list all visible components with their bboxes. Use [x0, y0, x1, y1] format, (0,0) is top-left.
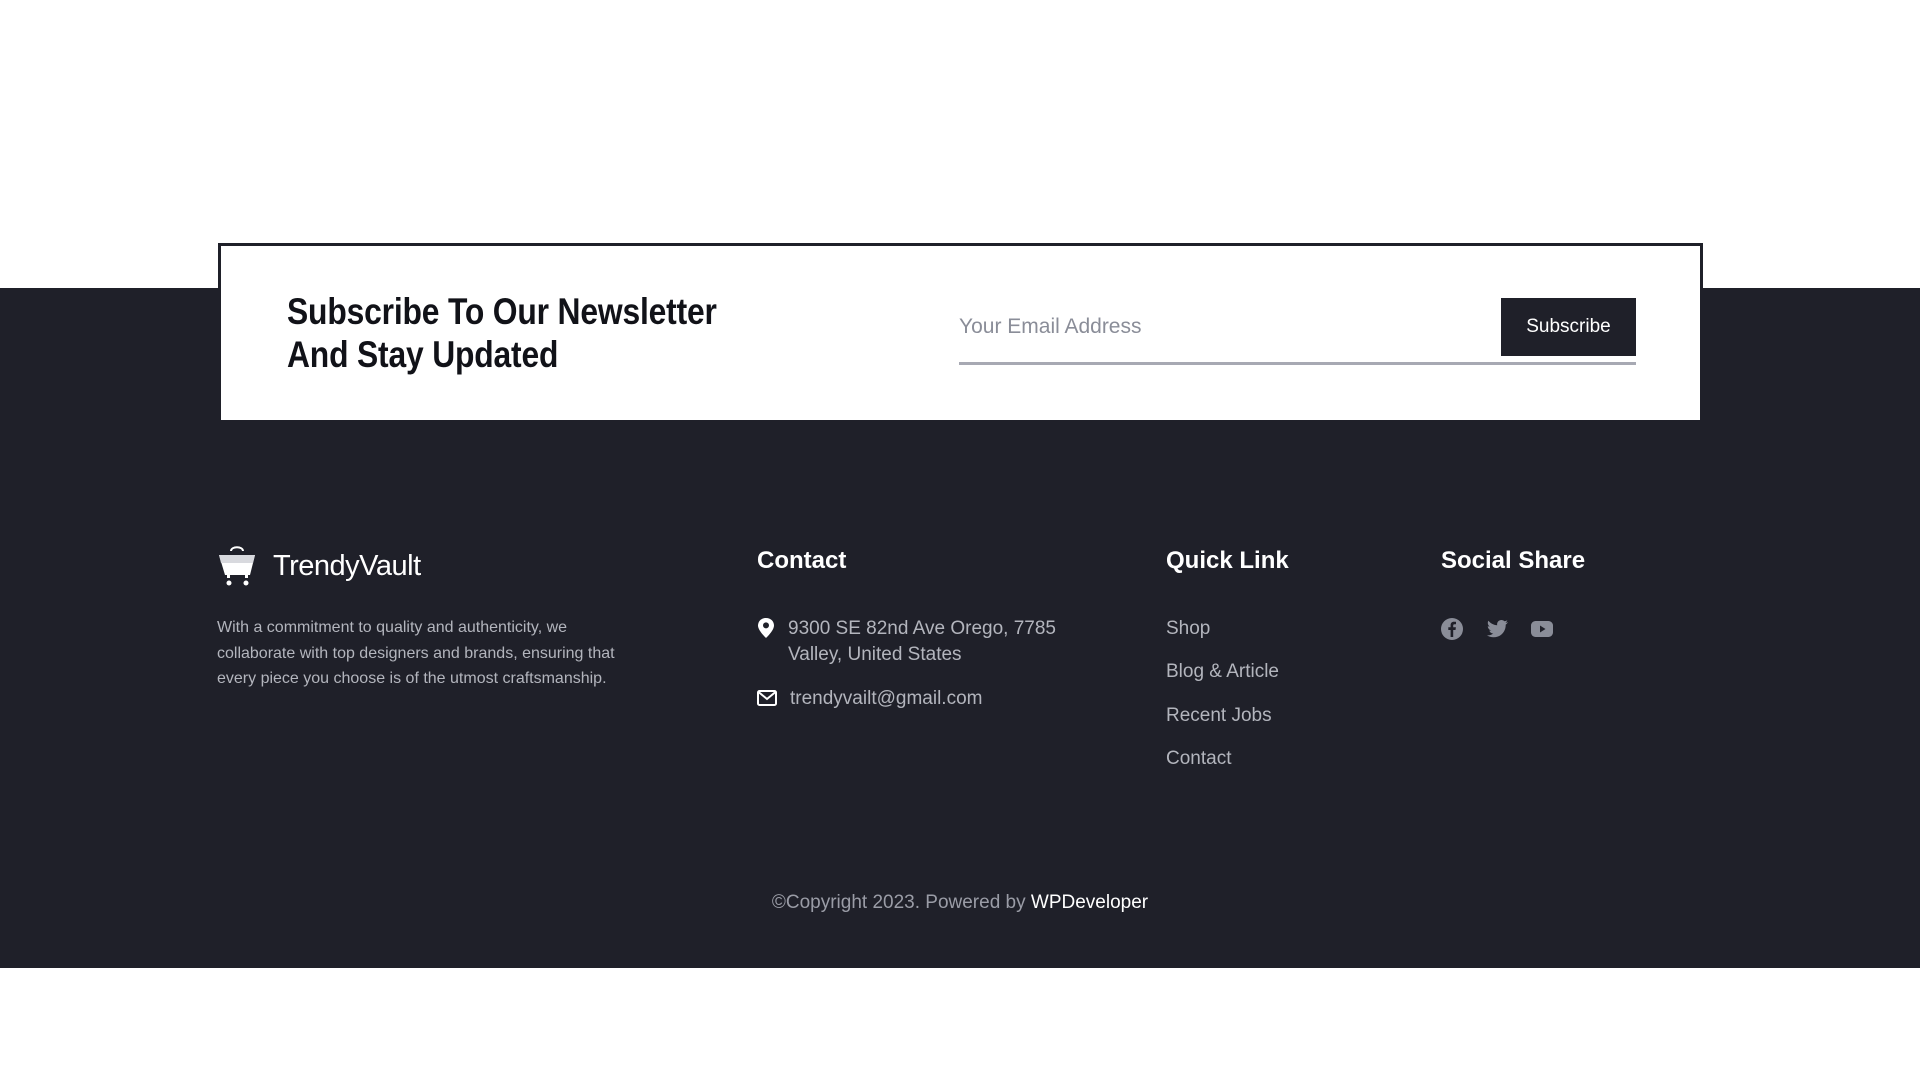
- social-share-heading: Social Share: [1441, 547, 1586, 574]
- newsletter-box: Subscribe To Our Newsletter And Stay Upd…: [218, 243, 1703, 423]
- address-text: 9300 SE 82nd Ave Orego, 7785 Valley, Uni…: [788, 618, 1056, 665]
- twitter-link[interactable]: [1485, 617, 1509, 641]
- youtube-icon: [1531, 621, 1553, 637]
- youtube-link[interactable]: [1530, 617, 1554, 641]
- envelope-icon: [757, 690, 777, 706]
- email-link[interactable]: trendyvailt@gmail.com: [790, 686, 1090, 712]
- quick-link-contact[interactable]: Contact: [1166, 748, 1231, 770]
- powered-by-link[interactable]: WPDeveloper: [1031, 892, 1148, 913]
- subscribe-button[interactable]: Subscribe: [1501, 298, 1636, 356]
- quick-link-shop[interactable]: Shop: [1166, 618, 1210, 640]
- contact-address: 9300 SE 82nd Ave Orego, 7785 Valley, Uni…: [757, 616, 1088, 668]
- brand-name: TrendyVault: [273, 549, 421, 582]
- brand-description: With a commitment to quality and authent…: [217, 619, 615, 687]
- contact-heading: Contact: [757, 547, 847, 574]
- copyright-text: ©Copyright 2023. Powered by: [771, 892, 1031, 913]
- quick-link-blog[interactable]: Blog & Article: [1166, 661, 1279, 683]
- email-input[interactable]: [959, 298, 1499, 356]
- contact-email[interactable]: trendyvailt@gmail.com: [757, 686, 1090, 712]
- facebook-link[interactable]: [1440, 617, 1464, 641]
- quick-link-recent-jobs[interactable]: Recent Jobs: [1166, 705, 1272, 727]
- brand-logo-link[interactable]: TrendyVault: [217, 545, 421, 587]
- facebook-icon: [1441, 618, 1463, 640]
- map-pin-icon: [758, 618, 774, 638]
- twitter-icon: [1486, 620, 1508, 638]
- email-form: Subscribe: [959, 298, 1636, 365]
- shopping-bag-icon: [219, 546, 255, 586]
- copyright: ©Copyright 2023. Powered by WPDeveloper: [0, 892, 1920, 914]
- quick-link-heading: Quick Link: [1166, 547, 1289, 574]
- newsletter-title: Subscribe To Our Newsletter And Stay Upd…: [287, 291, 717, 375]
